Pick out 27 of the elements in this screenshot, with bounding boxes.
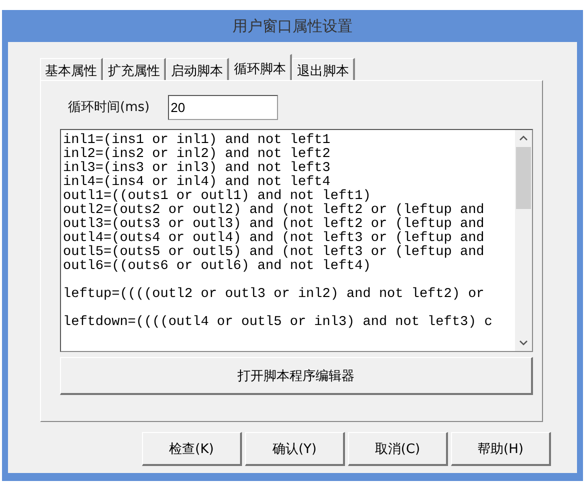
code-line: outl1=((outs1 or outl1) and not left1) — [63, 190, 372, 204]
code-line: inl2=(ins2 or inl2) and not left2 — [63, 148, 332, 162]
window-title: 用户窗口属性设置 — [232, 16, 354, 36]
code-line: inl3=(ins3 or inl3) and not left3 — [63, 162, 332, 176]
code-line: inl4=(ins4 or inl4) and not left4 — [63, 176, 330, 190]
code-line: outl2=(outs2 or outl2) and (not left2 or (leftup and — [63, 204, 486, 218]
dialog-button[interactable]: 检查(K) — [142, 432, 242, 466]
code-line: leftdown=((((outl4 or outl5 or inl3) and not left3) c — [63, 316, 494, 330]
code-line: leftup=((((outl2 or outl3 or inl2) and not left2) or — [63, 288, 486, 302]
code-line: outl3=(outs3 or outl3) and (not left2 or (leftup and — [63, 218, 486, 232]
scroll-thumb[interactable] — [516, 147, 531, 209]
tab[interactable]: 扩充属性 — [103, 58, 166, 80]
tab[interactable]: 基本属性 — [40, 58, 103, 80]
loop-time-label: 循环时间(ms) — [68, 99, 150, 116]
code-line: outl5=(outs5 or outl5) and (not left3 or (leftup and — [63, 246, 486, 260]
code-line: outl6=((outs6 or outl6) and not left4) — [63, 260, 372, 274]
tab[interactable]: 启动脚本 — [166, 58, 229, 80]
loop-time-field[interactable]: 20 — [168, 94, 278, 120]
dialog-button[interactable]: 帮助(H) — [451, 432, 551, 466]
code-line: inl1=(ins1 or inl1) and not left1 — [63, 134, 332, 148]
script-editor[interactable] — [60, 129, 533, 352]
open-editor-button[interactable]: 打开脚本程序编辑器 — [60, 357, 533, 395]
tab[interactable]: 退出脚本 — [292, 58, 355, 80]
dialog-button[interactable]: 取消(C) — [348, 432, 448, 466]
scrollbar[interactable] — [515, 130, 532, 351]
dialog-button[interactable]: 确认(Y) — [245, 432, 345, 466]
code-line: outl4=(outs4 or outl4) and (not left3 or (leftup and — [63, 232, 486, 246]
